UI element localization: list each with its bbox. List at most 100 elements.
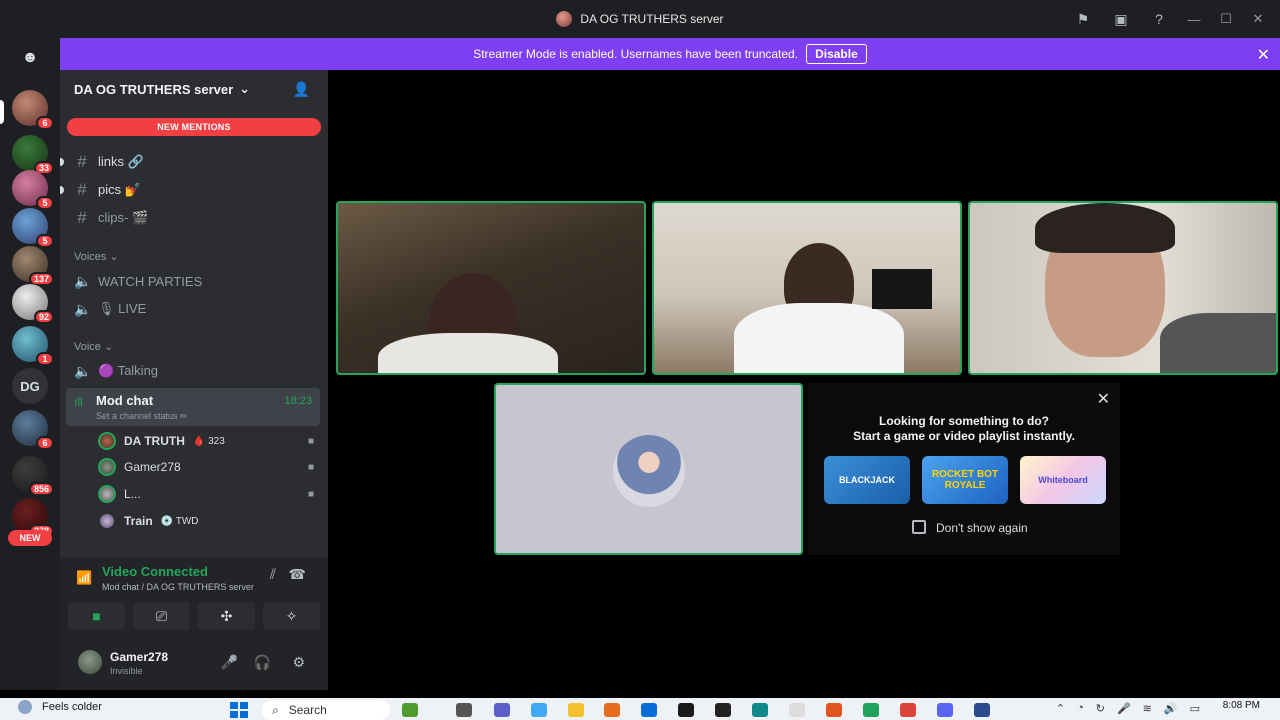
server-icon[interactable]: 33 — [12, 135, 54, 175]
channel-links[interactable]: # links 🔗 — [74, 150, 144, 174]
notion-icon[interactable] — [715, 703, 731, 717]
dont-show-again-label[interactable]: Don't show again — [936, 521, 1028, 535]
video-tile-avatar[interactable] — [494, 383, 803, 555]
edge-icon[interactable] — [752, 703, 768, 717]
new-unreads-pill[interactable]: NEW — [8, 530, 52, 546]
file-explorer-icon[interactable] — [568, 703, 584, 717]
app-icon[interactable] — [863, 703, 879, 717]
new-mentions-bar[interactable]: NEW MENTIONS — [67, 118, 321, 136]
gear-icon[interactable]: ⚙ — [292, 654, 305, 671]
voice-channel-live[interactable]: 🔈 🎙 LIVE — [74, 297, 146, 321]
help-icon[interactable]: ? — [1140, 0, 1178, 38]
server-icon[interactable]: 856 — [12, 456, 54, 496]
app-icon[interactable] — [974, 703, 990, 717]
microphone-icon[interactable]: 🎤 — [221, 654, 238, 671]
mail-icon[interactable] — [641, 703, 657, 717]
task-view-icon[interactable] — [456, 703, 472, 717]
avatar[interactable] — [78, 650, 102, 674]
voice-member[interactable]: Gamer278 ■ — [98, 456, 318, 478]
chrome-icon[interactable] — [900, 703, 916, 717]
server-icon[interactable]: 5 — [12, 208, 54, 248]
weather-text: Feels colder — [42, 701, 102, 713]
noise-suppression-icon[interactable]: ⫽ — [270, 566, 276, 583]
voice-member[interactable]: Train 💿 TWD — [98, 510, 318, 532]
network-icon[interactable]: ◔ — [1077, 702, 1084, 715]
sync-icon[interactable]: ↻ — [1096, 702, 1105, 715]
channel-label: 🟣 Talking — [98, 363, 159, 378]
channel-pics[interactable]: # pics 💅 — [74, 178, 141, 202]
video-tile[interactable] — [968, 201, 1278, 375]
taskbar-search[interactable]: ⌕ Search — [262, 700, 390, 720]
server-icon[interactable]: 1 — [12, 326, 54, 366]
unread-indicator — [60, 158, 64, 166]
weather-widget[interactable]: Feels colder — [18, 700, 102, 714]
volume-icon[interactable]: 🔊 — [1164, 702, 1178, 715]
speaker-icon: 🔈 — [74, 362, 92, 379]
copilot-icon[interactable] — [531, 703, 547, 717]
soundboard-icon[interactable]: ✧ — [263, 602, 320, 630]
call-actions: ■ ⎚ ✣ ✧ — [68, 602, 320, 630]
document-icon[interactable] — [789, 703, 805, 717]
activity-whiteboard[interactable]: Whiteboard — [1020, 456, 1106, 504]
mention-badge: 92 — [33, 310, 54, 324]
voice-member[interactable]: L... ■ — [98, 483, 318, 505]
category-voice[interactable]: Voice ⌄ — [74, 340, 113, 353]
video-tile[interactable] — [652, 201, 962, 375]
clock[interactable]: 8:08 PM — [1223, 700, 1260, 711]
server-icon[interactable]: 5 — [12, 170, 54, 210]
username[interactable]: Gamer278 — [110, 650, 168, 664]
activity-rocket-bot-royale[interactable]: ROCKET BOT ROYALE — [922, 456, 1008, 504]
server-icon[interactable]: 6 — [12, 90, 54, 130]
mention-badge: 5 — [36, 234, 54, 248]
inbox-icon[interactable]: ▣ — [1102, 0, 1140, 38]
screen-share-icon[interactable]: ⎚ — [133, 602, 190, 630]
activities-icon[interactable]: ✣ — [198, 602, 255, 630]
server-icon[interactable]: 6 — [12, 410, 54, 450]
channel-clips[interactable]: # clips- 🎬 — [74, 206, 148, 230]
server-icon[interactable]: DG — [12, 368, 48, 404]
voice-channel-talking[interactable]: 🔈 🟣 Talking — [74, 359, 158, 383]
channel-sidebar: DA OG TRUTHERS server ⌄ 👤 NEW MENTIONS #… — [60, 70, 328, 690]
maximize-button[interactable]: ☐ — [1210, 0, 1242, 38]
participant-shirt — [734, 303, 904, 373]
voice-member[interactable]: DA TRUTH 🩸 323 ■ — [98, 430, 318, 452]
server-icon[interactable]: 278 — [12, 498, 54, 538]
camera-toggle-icon[interactable]: ■ — [68, 602, 125, 630]
dont-show-again-checkbox[interactable] — [912, 520, 926, 534]
disconnect-icon[interactable]: ☎ — [289, 566, 306, 583]
close-window-button[interactable]: ✕ — [1242, 0, 1274, 38]
voice-channel-mod-chat[interactable]: ıll Mod chat Set a channel status ✏ 18:2… — [66, 388, 320, 426]
participant-hair — [1035, 203, 1175, 253]
close-banner-icon[interactable]: ✕ — [1257, 45, 1270, 65]
close-icon[interactable]: ✕ — [1097, 389, 1110, 409]
microphone-icon[interactable]: 🎤 — [1117, 702, 1131, 715]
channel-label: WATCH PARTIES — [98, 273, 203, 289]
app-icon[interactable] — [402, 703, 418, 717]
chevron-up-icon[interactable]: ⌃ — [1056, 702, 1065, 715]
dropbox-icon[interactable] — [678, 703, 694, 717]
minimize-button[interactable]: — — [1178, 0, 1210, 38]
flag-icon[interactable]: ⚑ — [1064, 0, 1102, 38]
discord-home-icon[interactable]: ☻ — [14, 44, 46, 72]
disable-streamer-mode-button[interactable]: Disable — [806, 44, 867, 64]
voice-channel-watch-parties[interactable]: 🔈 WATCH PARTIES — [74, 269, 202, 293]
channel-status[interactable]: Set a channel status ✏ — [96, 411, 188, 422]
windows-start-icon[interactable] — [230, 702, 248, 718]
camera-icon: ■ — [307, 435, 314, 447]
server-icon[interactable]: 92 — [12, 284, 54, 324]
app-icon[interactable] — [826, 703, 842, 717]
teams-icon[interactable] — [494, 703, 510, 717]
video-tile[interactable] — [336, 201, 646, 375]
category-voices[interactable]: Voices ⌄ — [74, 250, 119, 263]
firefox-icon[interactable] — [604, 703, 620, 717]
headphones-icon[interactable]: 🎧 — [254, 654, 271, 671]
server-header[interactable]: DA OG TRUTHERS server ⌄ 👤 — [60, 70, 328, 108]
battery-icon[interactable]: ▭ — [1190, 702, 1200, 715]
wifi-icon[interactable]: ≋ — [1143, 702, 1152, 715]
connection-location[interactable]: Mod chat / DA OG TRUTHERS server — [102, 582, 254, 592]
server-icon[interactable]: 137 — [12, 246, 54, 286]
channel-label: Mod chat — [96, 393, 154, 408]
invite-people-icon[interactable]: 👤 — [293, 81, 310, 98]
discord-icon[interactable] — [937, 703, 953, 717]
activity-blackjack[interactable]: BLACKJACK — [824, 456, 910, 504]
